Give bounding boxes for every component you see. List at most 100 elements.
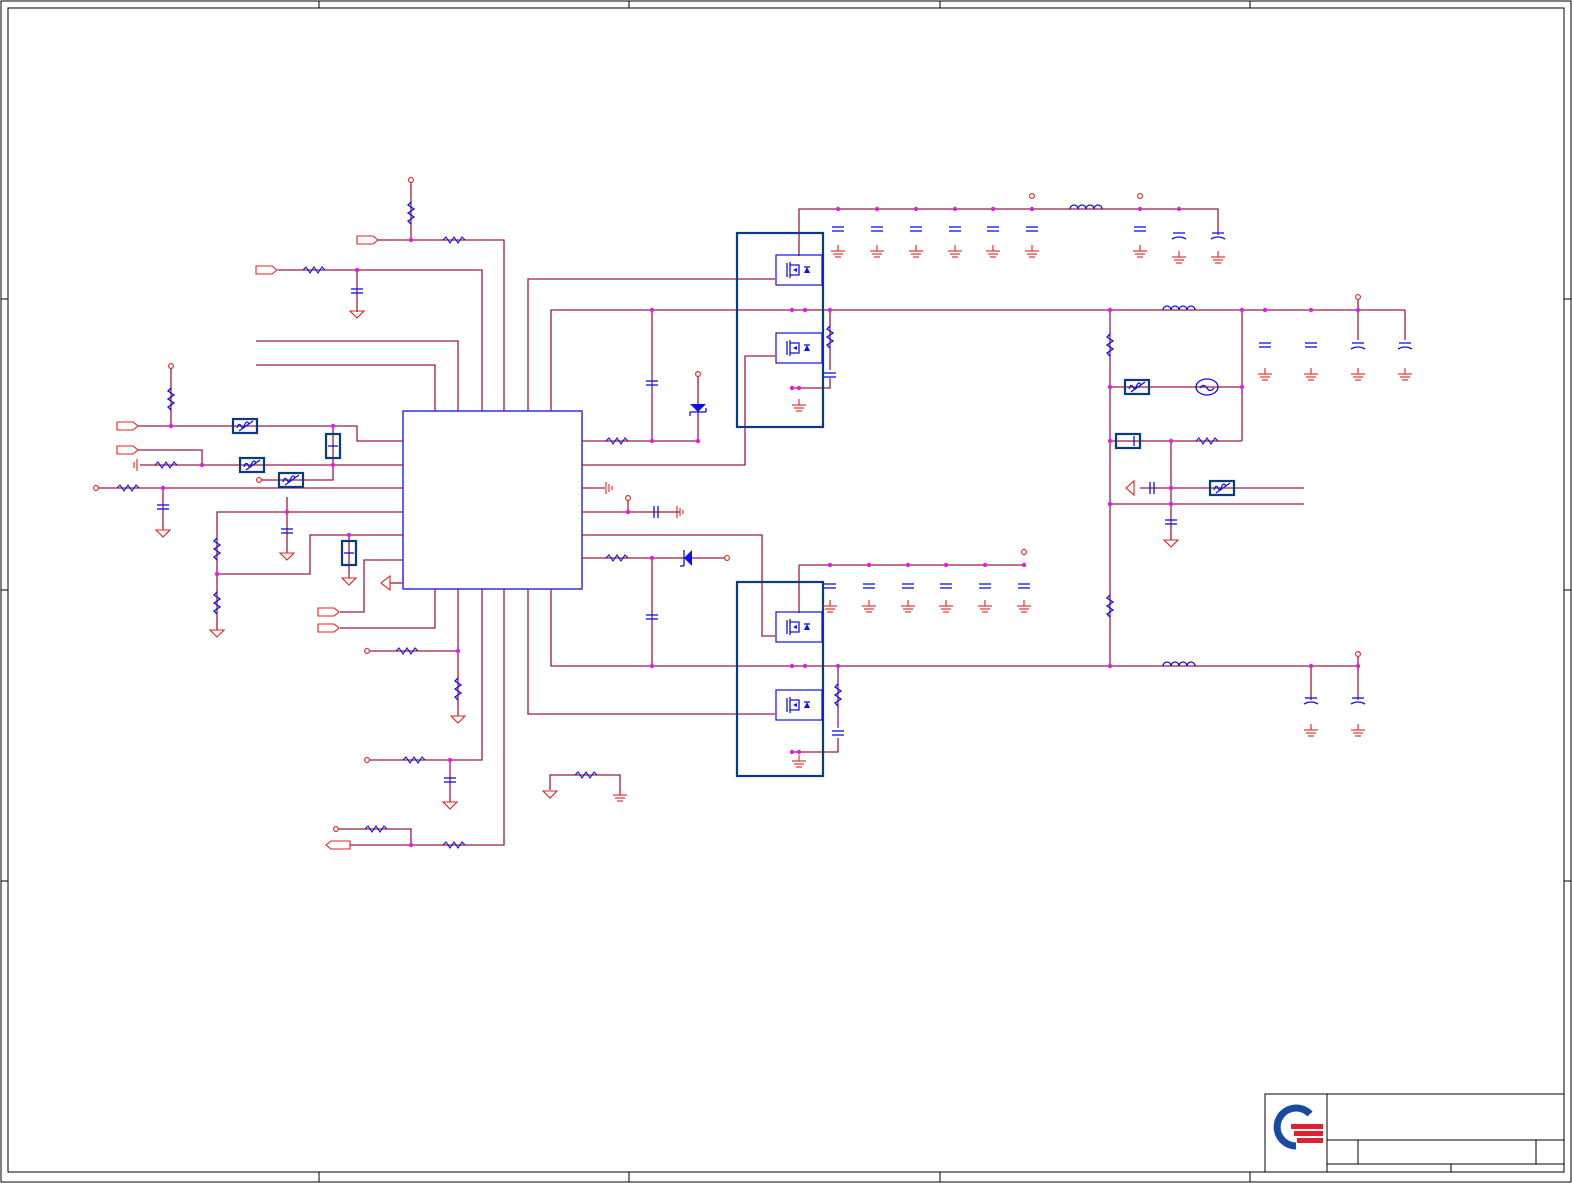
junction-dot: [1168, 438, 1174, 444]
test-point-icon: [333, 826, 339, 832]
junction-dot: [913, 206, 919, 212]
junction-dot: [1262, 307, 1268, 313]
junction-dot: [990, 206, 996, 212]
ground-icon: [1351, 724, 1365, 737]
ground-icon: [1017, 600, 1031, 613]
ground-icon: [831, 245, 845, 258]
junction-dot: [1355, 663, 1361, 669]
test-point-icon: [93, 485, 99, 491]
capacitor-icon: [940, 583, 952, 589]
offpage-connector-icon: [317, 623, 340, 633]
junction-dot: [649, 555, 655, 561]
junction-dot: [982, 562, 988, 568]
test-point-icon: [256, 477, 262, 483]
ground-icon: [939, 600, 953, 613]
junction-dot: [1308, 307, 1314, 313]
junction-dot: [625, 509, 631, 515]
junction-dot: [1021, 562, 1027, 568]
junction-dot: [874, 206, 880, 212]
ground-icon: [340, 577, 358, 586]
junction-dot: [408, 237, 414, 243]
ground-icon: [870, 245, 884, 258]
capacitor-icon: [902, 583, 914, 589]
junction-dot: [789, 385, 795, 391]
junction-dot: [789, 307, 795, 313]
ground-icon: [613, 789, 627, 802]
junction-dot: [354, 267, 360, 273]
capacitor-icon: [832, 730, 844, 736]
junction-dot: [952, 206, 958, 212]
ground-icon: [441, 801, 459, 810]
ground-icon: [605, 482, 613, 494]
test-point-icon: [364, 757, 370, 763]
junction-dot: [827, 562, 833, 568]
junction-dot: [1107, 438, 1113, 444]
controller-ic: [402, 410, 583, 590]
ground-icon: [862, 600, 876, 613]
ground-icon: [1172, 251, 1186, 264]
junction-dot: [802, 663, 808, 669]
ground-icon: [449, 715, 467, 724]
junction-dot: [789, 749, 795, 755]
sheet-frame: [0, 0, 1572, 1183]
test-point-icon: [168, 363, 174, 369]
ground-icon: [278, 552, 296, 561]
capacitor-icon: [949, 226, 961, 232]
ground-icon: [948, 245, 962, 258]
junction-dot: [1107, 663, 1113, 669]
ground-icon: [792, 755, 806, 768]
schematic-canvas: [0, 0, 1572, 1183]
ground-icon: [1025, 245, 1039, 258]
test-point-icon: [364, 648, 370, 654]
ground-icon: [823, 600, 837, 613]
capacitor-icon: [1350, 342, 1366, 350]
junction-dot: [1107, 501, 1113, 507]
junction-dot: [1107, 307, 1113, 313]
ground-icon: [1351, 368, 1365, 381]
junction-dot: [649, 307, 655, 313]
junction-dot: [160, 485, 166, 491]
title-block: [1264, 1093, 1565, 1173]
ground-icon: [1304, 724, 1318, 737]
junction-dot: [649, 663, 655, 669]
junction-dot: [1029, 206, 1035, 212]
junction-dot: [330, 462, 336, 468]
capacitor-icon: [1018, 583, 1030, 589]
junction-dot: [1168, 501, 1174, 507]
capacitor-icon: [832, 226, 844, 232]
ground-icon: [1162, 539, 1180, 548]
mosfet-icon: [775, 332, 823, 364]
capacitor-icon: [824, 372, 836, 378]
capacitor-icon: [910, 226, 922, 232]
ground-icon: [133, 459, 391, 592]
offpage-connector-icon: [116, 445, 139, 455]
junction-dot: [866, 562, 872, 568]
capacitor-icon: [1134, 226, 1146, 232]
ground-icon: [1211, 251, 1225, 264]
junction-dot: [330, 423, 336, 429]
junction-dot: [835, 663, 841, 669]
junction-dot: [408, 842, 414, 848]
junction-dot: [346, 532, 352, 538]
ground-icon: [901, 600, 915, 613]
junction-dot: [905, 562, 911, 568]
ground-icon: [154, 529, 172, 538]
junction-dot: [1308, 663, 1314, 669]
mosfet-icon: [775, 611, 823, 643]
ground-icon: [1258, 368, 1272, 381]
capacitor-icon: [1397, 342, 1413, 350]
junction-dot: [1168, 485, 1174, 491]
test-point-icon: [1137, 193, 1143, 199]
test-point-icon: [625, 495, 631, 501]
capacitor-icon: [1171, 232, 1187, 240]
ground-icon: [1125, 479, 1135, 497]
capacitor-icon: [987, 226, 999, 232]
offpage-connector-icon: [116, 421, 139, 431]
mosfet-icon: [775, 254, 823, 286]
upper-mosfet-module: [735, 231, 825, 429]
ground-icon: [1398, 368, 1412, 381]
offpage-connector-icon: [356, 235, 379, 245]
junction-dot: [827, 307, 833, 313]
junction-dot: [284, 509, 290, 515]
junction-dot: [199, 462, 205, 468]
